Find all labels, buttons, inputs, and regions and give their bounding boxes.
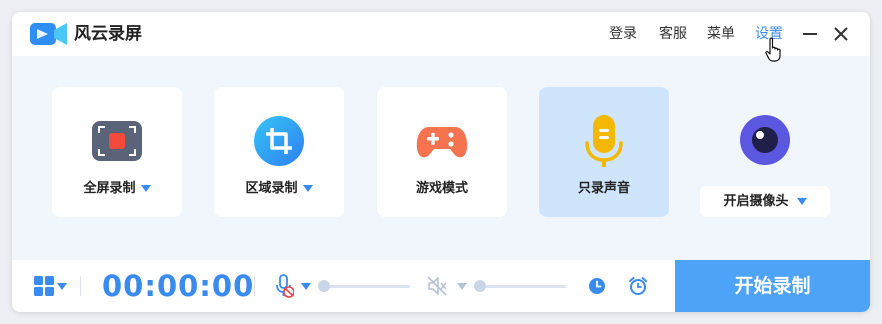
close-icon[interactable] <box>831 24 851 44</box>
slider-knob[interactable] <box>318 280 330 292</box>
speaker-muted-icon[interactable] <box>426 275 448 297</box>
mode-game[interactable]: 游戏模式 <box>377 87 507 217</box>
menu-link[interactable]: 菜单 <box>707 24 735 44</box>
mode-region-record[interactable]: 区域录制 <box>214 87 344 217</box>
hand-cursor-icon <box>765 37 781 62</box>
divider <box>80 276 81 296</box>
camera-icon <box>740 115 790 165</box>
clock-icon[interactable] <box>588 277 606 295</box>
chevron-down-icon[interactable] <box>140 185 151 192</box>
app-title: 风云录屏 <box>74 24 142 44</box>
alarm-clock-icon[interactable] <box>628 276 648 296</box>
login-link[interactable]: 登录 <box>609 24 637 44</box>
app-logo-icon <box>30 23 67 45</box>
chevron-down-icon[interactable] <box>457 283 467 290</box>
gamepad-icon <box>416 127 468 158</box>
mode-region-label: 区域录制 <box>214 180 344 198</box>
chevron-down-icon[interactable] <box>302 185 313 192</box>
mode-game-label: 游戏模式 <box>415 181 468 196</box>
bottom-toolbar: 00:00:00 开始录制 <box>12 260 870 312</box>
enable-camera-button[interactable]: 开启摄像头 <box>700 186 830 217</box>
chevron-down-icon[interactable] <box>57 283 67 290</box>
speaker-volume-slider[interactable] <box>474 280 566 292</box>
mode-audio-label: 只录声音 <box>577 181 630 196</box>
support-link[interactable]: 客服 <box>659 24 687 44</box>
slider-track <box>322 285 410 288</box>
mode-audio-only[interactable]: 只录声音 <box>539 87 669 217</box>
app-window: 风云录屏 登录 客服 菜单 设置 全屏录制 区域录制 游戏模式 只录声音 开启摄… <box>12 12 870 312</box>
record-timer: 00:00:00 <box>102 269 255 303</box>
slider-knob[interactable] <box>474 280 486 292</box>
divider <box>254 276 255 296</box>
layout-grid-icon[interactable] <box>34 276 54 296</box>
slider-track <box>478 285 566 288</box>
microphone-icon <box>585 115 623 167</box>
chevron-down-icon[interactable] <box>796 198 807 205</box>
mode-fullscreen-record[interactable]: 全屏录制 <box>52 87 182 217</box>
mode-fullscreen-label: 全屏录制 <box>52 180 182 198</box>
minimize-icon[interactable] <box>800 24 820 44</box>
fullscreen-record-icon <box>92 121 142 161</box>
start-recording-button[interactable]: 开始录制 <box>675 260 870 312</box>
crop-region-icon <box>254 116 304 166</box>
title-bar: 风云录屏 登录 客服 菜单 设置 <box>12 12 870 56</box>
mic-volume-slider[interactable] <box>318 280 410 292</box>
microphone-muted-icon[interactable] <box>274 274 294 298</box>
chevron-down-icon[interactable] <box>301 283 311 290</box>
